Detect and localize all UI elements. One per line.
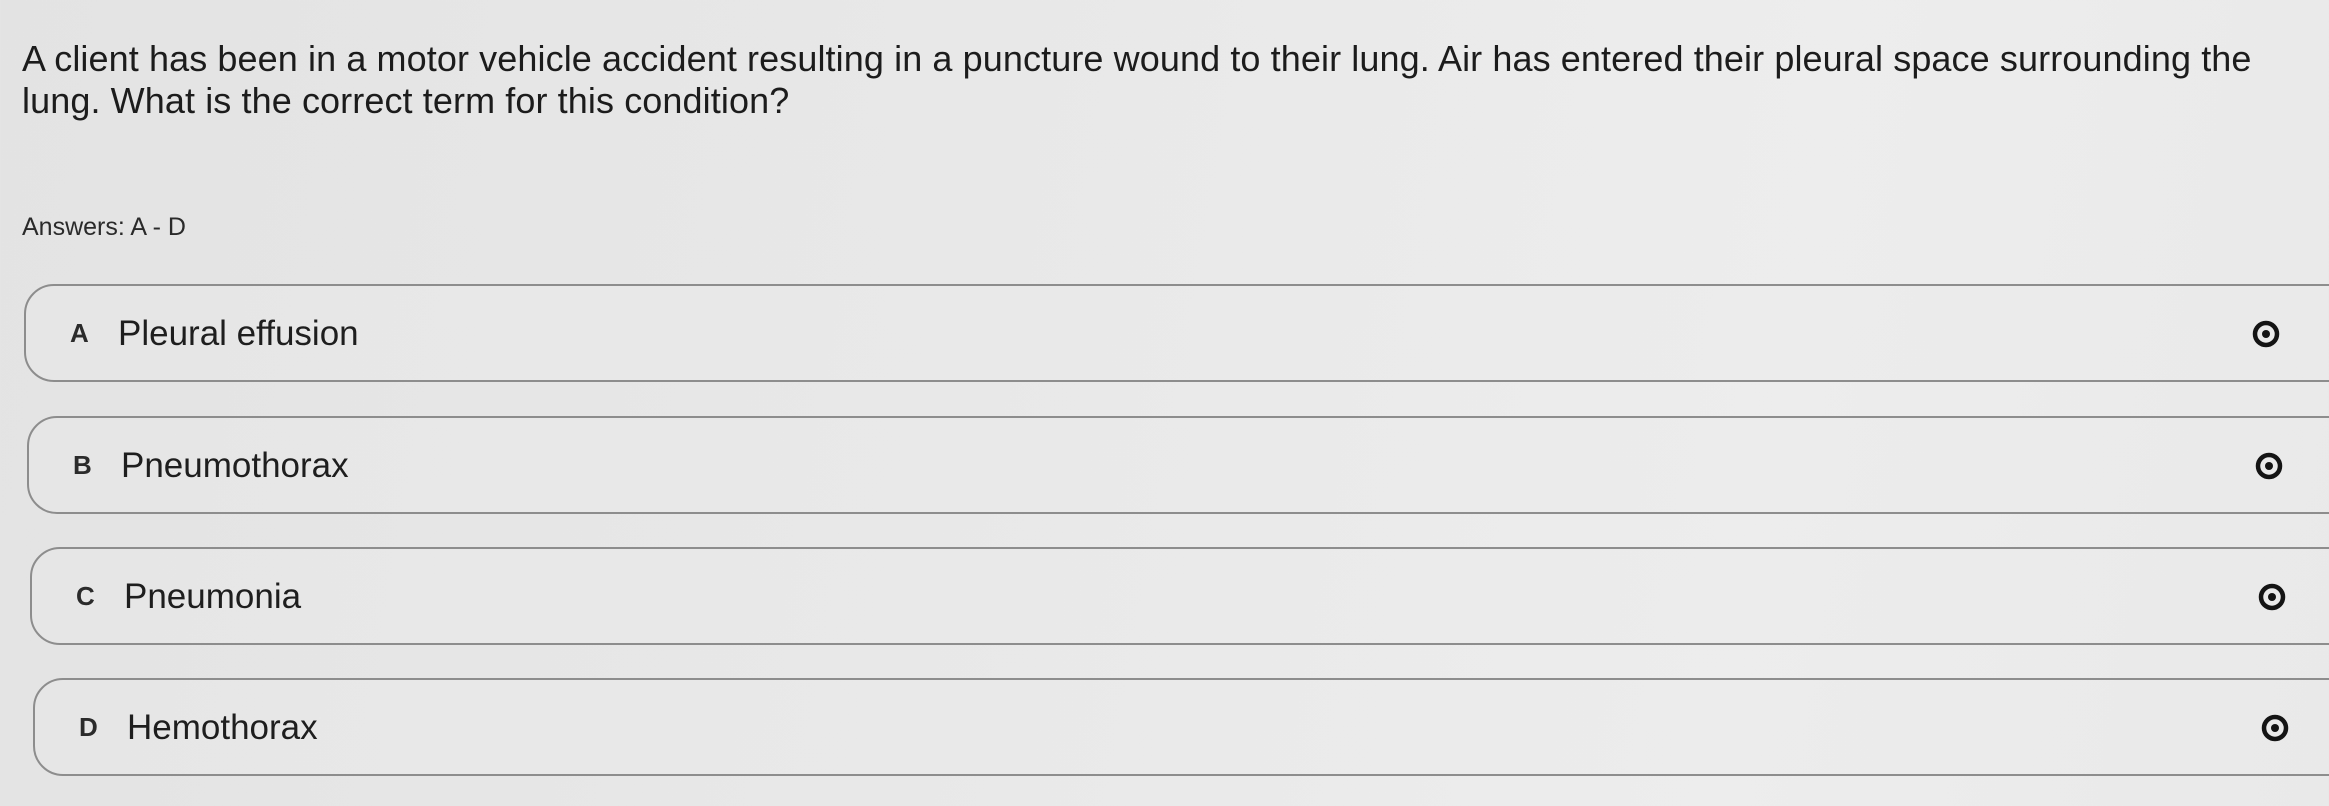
answer-option-a[interactable]: A Pleural effusion bbox=[24, 284, 2329, 382]
option-text: Pleural effusion bbox=[118, 314, 359, 353]
eye-icon[interactable] bbox=[2257, 582, 2287, 612]
eye-icon[interactable] bbox=[2260, 713, 2290, 743]
answer-option-d[interactable]: D Hemothorax bbox=[33, 678, 2329, 776]
option-letter: B bbox=[73, 450, 92, 480]
answers-range-label: Answers: A - D bbox=[22, 213, 186, 241]
option-text: Pneumothorax bbox=[121, 446, 349, 485]
option-text: Pneumonia bbox=[124, 577, 302, 616]
option-letter: A bbox=[70, 318, 89, 348]
eye-icon[interactable] bbox=[2251, 319, 2281, 349]
answer-option-b[interactable]: B Pneumothorax bbox=[27, 416, 2329, 514]
option-letter: C bbox=[76, 581, 95, 611]
option-text: Hemothorax bbox=[127, 708, 318, 747]
option-letter: D bbox=[79, 712, 98, 742]
eye-icon[interactable] bbox=[2254, 451, 2284, 481]
answer-option-c[interactable]: C Pneumonia bbox=[30, 547, 2329, 645]
question-text: A client has been in a motor vehicle acc… bbox=[22, 38, 2252, 121]
